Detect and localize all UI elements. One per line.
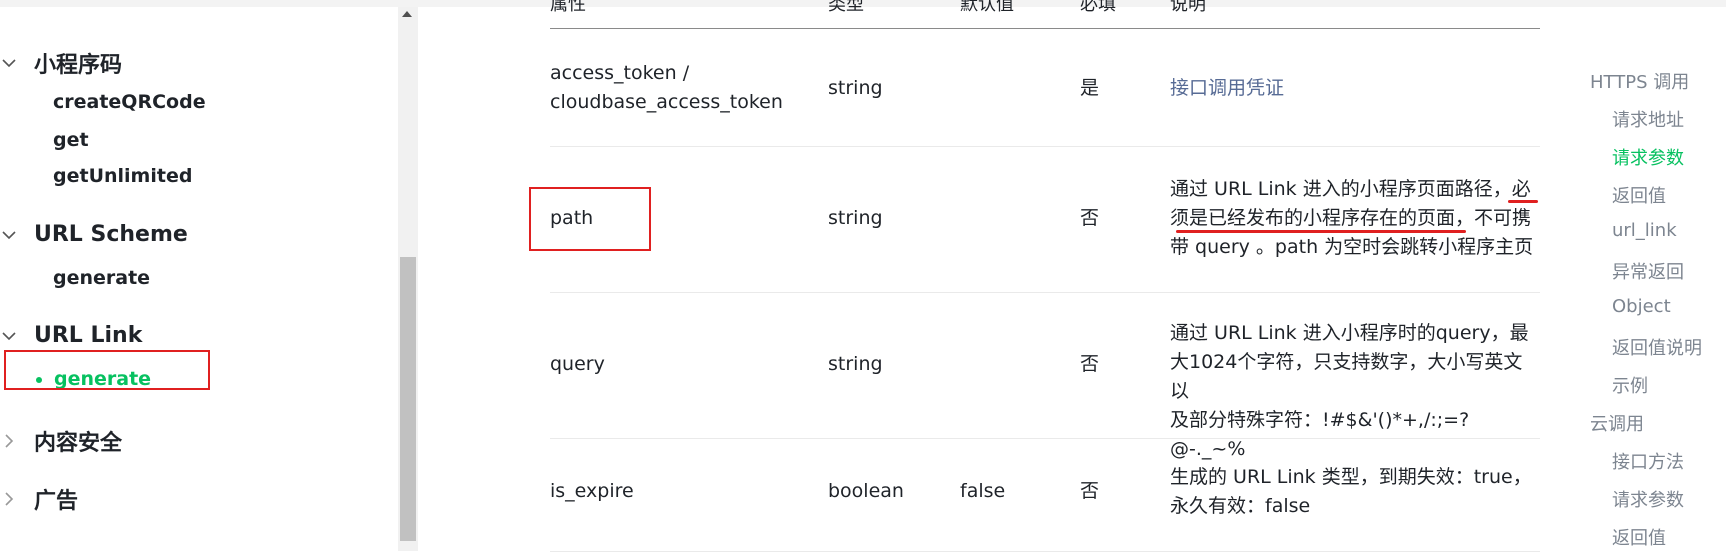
description-line: 须是已经发布的小程序存在的页面，不可携	[1170, 207, 1532, 229]
sidebar-nav: 小程序码 createQRCode get getUnlimited URL S…	[0, 7, 400, 551]
cell-type: boolean	[828, 480, 904, 502]
annotation-box-path	[529, 187, 651, 251]
sidebar-group-miniprogram-code[interactable]: 小程序码	[0, 47, 122, 79]
sidebar-group-url-scheme[interactable]: URL Scheme	[0, 222, 188, 247]
sidebar-item-get[interactable]: get	[53, 129, 89, 151]
toc-item-request-params[interactable]: 请求参数	[1612, 144, 1684, 170]
cell-type: string	[828, 77, 883, 99]
annotation-underline	[1176, 230, 1466, 233]
chevron-down-icon	[0, 52, 22, 74]
toc-item-https[interactable]: HTTPS 调用	[1590, 68, 1689, 94]
description-line: 生成的 URL Link 类型，到期失效：true，	[1170, 466, 1532, 488]
sidebar-group-url-link[interactable]: URL Link	[0, 323, 142, 348]
header-cell-default: 默认值	[960, 0, 1014, 15]
sidebar-group-title: 小程序码	[34, 53, 123, 78]
cell-type: string	[828, 353, 883, 375]
header-cell-property: 属性	[550, 0, 586, 15]
cell-name-line: access_token /	[550, 62, 690, 84]
description-line: 通过 URL Link 进入的小程序页面路径，必	[1170, 178, 1531, 200]
cell-required: 否	[1080, 207, 1100, 229]
cell-name-line: cloudbase_access_token	[550, 91, 783, 113]
toc-item-url-link[interactable]: url_link	[1612, 220, 1677, 241]
cell-type: string	[828, 207, 883, 229]
table-row: access_token / cloudbase_access_token st…	[550, 29, 1540, 147]
toc-item-cloud-call[interactable]: 云调用	[1590, 410, 1644, 436]
cell-description: 生成的 URL Link 类型，到期失效：true， 永久有效：false	[1170, 463, 1540, 521]
sidebar-group-title: URL Scheme	[34, 222, 188, 247]
table-row: query string 否 通过 URL Link 进入小程序时的query，…	[550, 293, 1540, 460]
toc-item-error-return[interactable]: 异常返回	[1612, 258, 1684, 284]
annotation-box-generate	[4, 350, 210, 390]
description-line: 通过 URL Link 进入小程序时的query，最	[1170, 322, 1529, 344]
sidebar-item-createqrcode[interactable]: createQRCode	[53, 91, 206, 113]
toc-item-cloud-request-params[interactable]: 请求参数	[1612, 486, 1684, 512]
scroll-up-arrow-icon[interactable]	[402, 11, 412, 17]
chevron-right-icon	[0, 430, 22, 452]
header-cell-description: 说明	[1170, 0, 1206, 15]
chevron-right-icon	[0, 488, 22, 510]
header-cell-required: 必填	[1080, 0, 1116, 15]
access-token-link[interactable]: 接口调用凭证	[1170, 74, 1540, 103]
cell-description: 通过 URL Link 进入的小程序页面路径，必 须是已经发布的小程序存在的页面…	[1170, 175, 1540, 262]
description-line: 大1024个字符，只支持数字，大小写英文以	[1170, 351, 1523, 402]
cell-required: 是	[1080, 77, 1100, 99]
cell-name: access_token / cloudbase_access_token	[550, 59, 783, 117]
toc-item-api-method[interactable]: 接口方法	[1612, 448, 1684, 474]
toc-item-cloud-return-value[interactable]: 返回值	[1612, 524, 1666, 550]
table-row: path string 否 通过 URL Link 进入的小程序页面路径，必 须…	[550, 147, 1540, 293]
chevron-down-icon	[0, 325, 22, 347]
table-row: is_expire boolean false 否 生成的 URL Link 类…	[550, 439, 1540, 552]
toc-item-request-url[interactable]: 请求地址	[1612, 106, 1684, 132]
header-cell-type: 类型	[828, 0, 864, 15]
sidebar-group-title: 内容安全	[34, 431, 123, 456]
cell-default: false	[960, 480, 1006, 502]
table-header: 属性 类型 默认值 必填 说明	[550, 0, 1540, 29]
toc-item-example[interactable]: 示例	[1612, 372, 1648, 398]
sidebar-scrollbar[interactable]	[398, 7, 418, 551]
toc-item-return-desc[interactable]: 返回值说明	[1612, 334, 1702, 360]
chevron-down-icon	[0, 224, 22, 246]
cell-name: is_expire	[550, 480, 634, 502]
scrollbar-thumb[interactable]	[400, 257, 416, 541]
sidebar-group-content-security[interactable]: 内容安全	[0, 425, 122, 457]
sidebar-item-getunlimited[interactable]: getUnlimited	[53, 165, 192, 187]
cell-required: 否	[1080, 353, 1100, 375]
cell-name: query	[550, 353, 605, 375]
sidebar-group-title: URL Link	[34, 323, 143, 348]
toc-item-return-value[interactable]: 返回值	[1612, 182, 1666, 208]
annotation-underline	[1508, 200, 1538, 203]
description-line: 永久有效：false	[1170, 495, 1311, 517]
cell-required: 否	[1080, 480, 1100, 502]
toc-item-object[interactable]: Object	[1612, 296, 1671, 317]
description-line: 带 query 。path 为空时会跳转小程序主页	[1170, 236, 1534, 258]
sidebar-item-url-scheme-generate[interactable]: generate	[53, 267, 150, 289]
sidebar-group-ads[interactable]: 广告	[0, 483, 78, 515]
sidebar-group-title: 广告	[34, 489, 79, 514]
